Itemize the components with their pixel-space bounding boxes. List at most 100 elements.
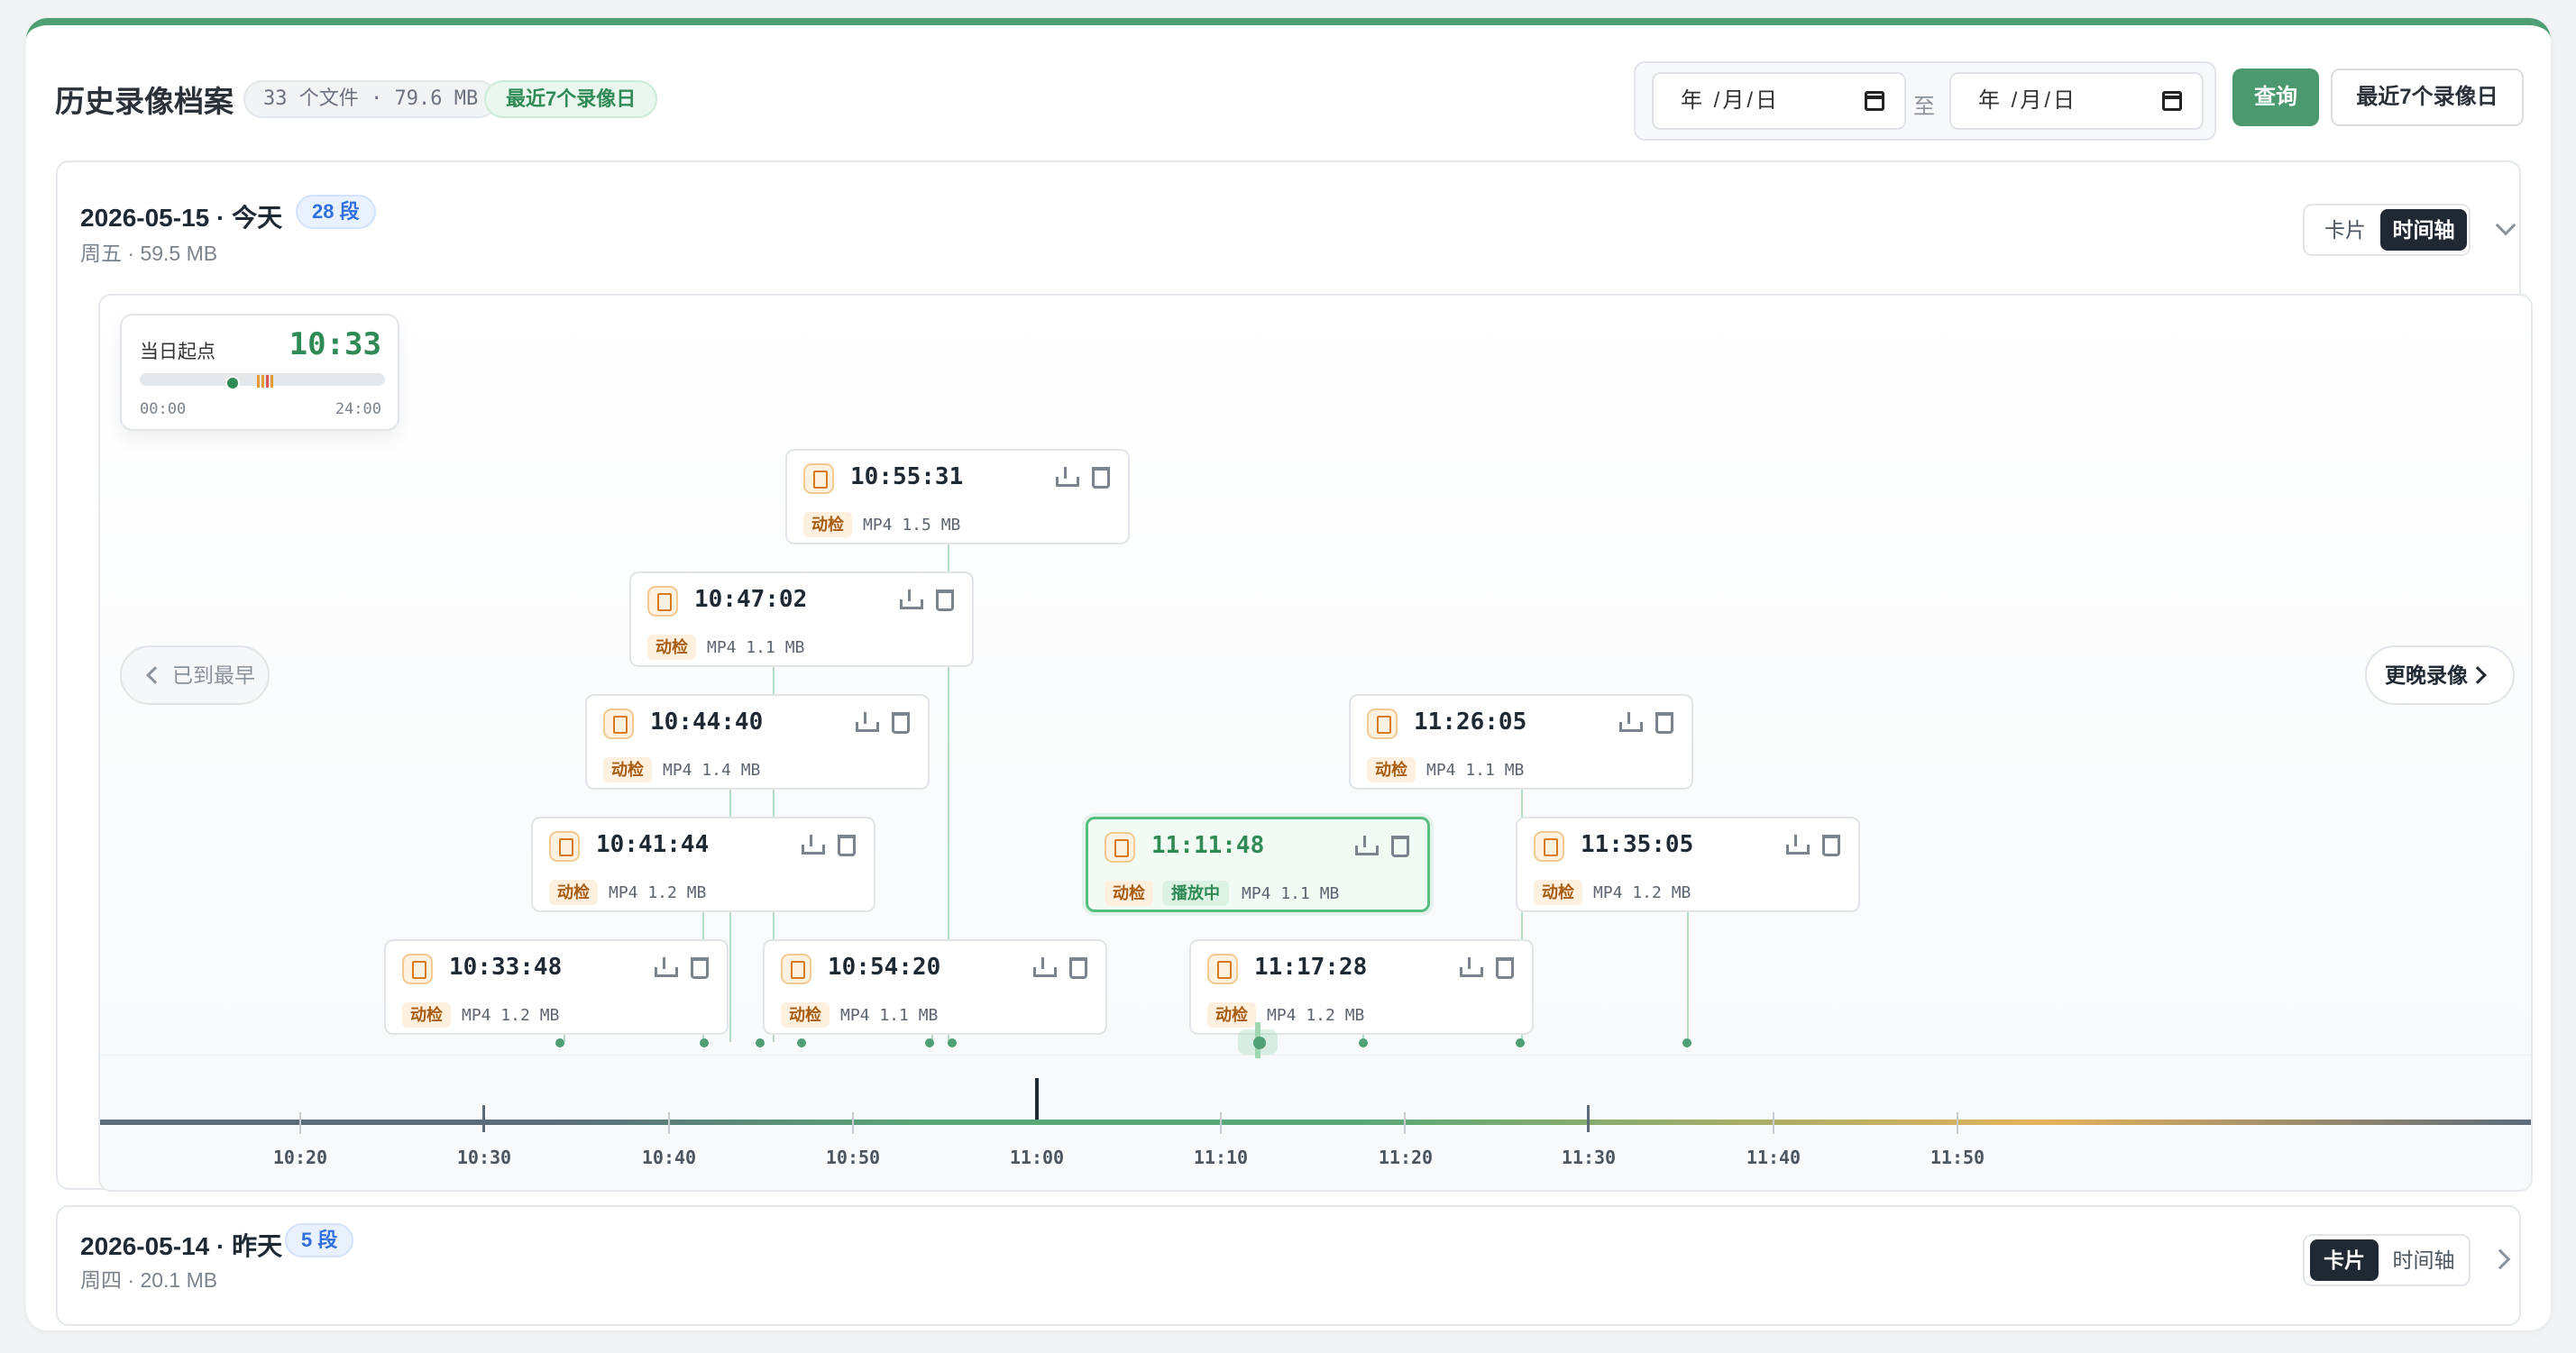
axis-label: 10:30: [456, 1147, 512, 1168]
download-icon[interactable]: [1619, 712, 1643, 734]
clip-meta: MP4 1.1 MB: [840, 1006, 939, 1025]
clip-card[interactable]: 11:35:05 动检 MP4 1.2 MB: [1516, 817, 1860, 912]
trash-icon[interactable]: [691, 957, 709, 979]
earlier-label: 已到最早: [172, 663, 255, 687]
view-toggle: 卡片 时间轴: [2303, 1234, 2471, 1286]
chevron-left-icon: [146, 666, 164, 684]
calendar-icon[interactable]: [2162, 91, 2182, 111]
recording-mark: [257, 375, 260, 388]
download-icon[interactable]: [1033, 957, 1057, 979]
clip-time: 11:11:48: [1151, 832, 1265, 859]
video-file-icon: [647, 586, 678, 617]
trash-icon[interactable]: [1092, 467, 1110, 489]
view-option-card[interactable]: 卡片: [2310, 209, 2380, 251]
trash-icon[interactable]: [892, 712, 910, 734]
download-icon[interactable]: [900, 590, 923, 611]
download-icon[interactable]: [1355, 836, 1379, 857]
motion-tag: 动检: [1534, 880, 1582, 905]
query-button[interactable]: 查询: [2232, 69, 2319, 126]
segment-count-badge: 5 段: [285, 1223, 354, 1257]
video-file-icon: [1207, 954, 1238, 984]
recording-dot[interactable]: [1682, 1038, 1691, 1047]
clip-meta: MP4 1.5 MB: [863, 516, 961, 535]
chevron-right-icon: [2469, 666, 2487, 684]
later-button[interactable]: 更晚录像: [2365, 645, 2515, 705]
clip-card[interactable]: 10:54:20 动检 MP4 1.1 MB: [763, 939, 1107, 1035]
trash-icon[interactable]: [1822, 835, 1840, 856]
axis-label: 11:30: [1561, 1147, 1617, 1168]
axis-tick: [1220, 1112, 1222, 1134]
axis-label: 11:50: [1930, 1147, 1985, 1168]
day-start-handle[interactable]: [225, 376, 240, 390]
clip-card[interactable]: 10:41:44 动检 MP4 1.2 MB: [531, 817, 875, 912]
axis-label: 10:20: [272, 1147, 328, 1168]
day-group-yesterday[interactable]: 2026-05-14 · 昨天 5 段 周四 · 20.1 MB 卡片 时间轴: [56, 1205, 2521, 1326]
recording-dot[interactable]: [797, 1038, 806, 1047]
clip-meta: MP4 1.4 MB: [663, 761, 761, 780]
recording-dot[interactable]: [1516, 1038, 1525, 1047]
view-option-timeline[interactable]: 时间轴: [2380, 1239, 2467, 1281]
clip-meta: MP4 1.2 MB: [609, 883, 707, 902]
clip-meta: MP4 1.2 MB: [462, 1006, 560, 1025]
recording-dot[interactable]: [1359, 1038, 1368, 1047]
recording-dot[interactable]: [948, 1038, 957, 1047]
view-option-timeline[interactable]: 时间轴: [2380, 209, 2467, 251]
video-file-icon: [803, 463, 834, 494]
earlier-button[interactable]: 已到最早: [120, 645, 270, 705]
day-title: 2026-05-14 · 昨天: [80, 1232, 283, 1260]
segment-count-badge: 28 段: [296, 195, 376, 229]
trash-icon[interactable]: [936, 590, 954, 611]
trash-icon[interactable]: [1496, 957, 1514, 979]
download-icon[interactable]: [655, 957, 678, 979]
trash-icon[interactable]: [1655, 712, 1673, 734]
motion-tag: 动检: [1207, 1002, 1256, 1028]
date-to-placeholder: 年 /月/日: [1978, 88, 2078, 113]
trash-icon[interactable]: [1391, 836, 1409, 857]
download-icon[interactable]: [1460, 957, 1483, 979]
clip-time: 11:26:05: [1414, 708, 1527, 736]
date-to-input[interactable]: 年 /月/日: [1949, 72, 2204, 130]
day-start-widget: 当日起点 10:33 00:00 24:00: [120, 314, 399, 431]
calendar-icon[interactable]: [1865, 91, 1884, 111]
clip-card[interactable]: 10:44:40 动检 MP4 1.4 MB: [585, 694, 930, 790]
timeline-axis[interactable]: [100, 1120, 2531, 1125]
recording-dot[interactable]: [555, 1038, 564, 1047]
motion-tag: 动检: [1105, 881, 1153, 906]
range-chip: 最近7个录像日: [484, 80, 658, 118]
motion-tag: 动检: [781, 1002, 830, 1028]
download-icon[interactable]: [802, 835, 825, 856]
download-icon[interactable]: [1786, 835, 1810, 856]
recording-dot[interactable]: [700, 1038, 709, 1047]
day-subtitle: 周四 · 20.1 MB: [80, 1268, 218, 1292]
to-label: 至: [1913, 95, 1935, 119]
day-subtitle: 周五 · 59.5 MB: [80, 242, 218, 265]
clip-card[interactable]: 10:55:31 动检 MP4 1.5 MB: [785, 449, 1130, 544]
timeline-view: 当日起点 10:33 00:00 24:00 已到最早 更晚录像 10:55:3…: [98, 294, 2533, 1192]
motion-tag: 动检: [803, 512, 852, 537]
date-from-input[interactable]: 年 /月/日: [1652, 72, 1906, 130]
download-icon[interactable]: [1056, 467, 1079, 489]
motion-tag: 动检: [549, 880, 598, 905]
recording-mark: [261, 375, 264, 388]
chevron-right-icon[interactable]: [2489, 1248, 2511, 1270]
recent-days-button[interactable]: 最近7个录像日: [2331, 69, 2524, 126]
clip-time: 10:41:44: [596, 831, 710, 858]
clip-card[interactable]: 10:33:48 动检 MP4 1.2 MB: [384, 939, 729, 1035]
download-icon[interactable]: [856, 712, 879, 734]
trash-icon[interactable]: [1069, 957, 1087, 979]
clip-card-playing[interactable]: 11:11:48 动检 播放中 MP4 1.1 MB: [1086, 817, 1430, 912]
clip-card[interactable]: 11:26:05 动检 MP4 1.1 MB: [1349, 694, 1693, 790]
recording-dot[interactable]: [925, 1038, 934, 1047]
view-option-card[interactable]: 卡片: [2310, 1239, 2379, 1281]
recording-dot-playing[interactable]: [1253, 1037, 1266, 1049]
axis-label: 11:10: [1193, 1147, 1249, 1168]
clip-meta: MP4 1.1 MB: [1242, 884, 1340, 903]
clip-card[interactable]: 10:47:02 动检 MP4 1.1 MB: [629, 571, 974, 667]
video-file-icon: [781, 954, 811, 984]
day-title: 2026-05-15 · 今天: [80, 204, 283, 232]
trash-icon[interactable]: [838, 835, 856, 856]
clip-card[interactable]: 11:17:28 动检 MP4 1.2 MB: [1189, 939, 1534, 1035]
motion-tag: 动检: [1367, 757, 1416, 782]
chevron-down-icon[interactable]: [2495, 215, 2516, 236]
recording-dot[interactable]: [756, 1038, 765, 1047]
